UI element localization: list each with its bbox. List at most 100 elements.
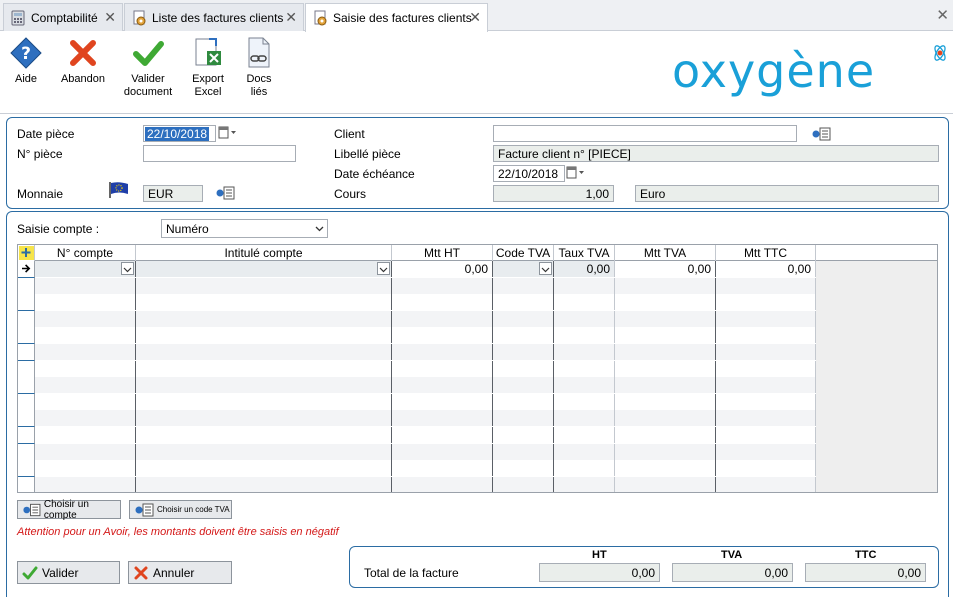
grid-cell[interactable] <box>716 310 816 327</box>
close-icon[interactable]: ✕ <box>285 10 297 26</box>
grid-cell[interactable] <box>136 261 392 277</box>
grid-cell[interactable] <box>392 377 493 394</box>
grid-cell[interactable] <box>716 277 816 294</box>
grid-cell[interactable] <box>493 261 554 277</box>
grid-cell[interactable] <box>493 476 554 492</box>
col-taux-tva[interactable]: Taux TVA <box>554 245 615 261</box>
grid-cell[interactable]: 0,00 <box>554 261 615 277</box>
grid-cell[interactable] <box>136 344 392 360</box>
tab-liste-factures[interactable]: Liste des factures clients ✕ <box>124 3 304 31</box>
grid-cell[interactable] <box>554 443 615 460</box>
grid-cell[interactable] <box>554 410 615 427</box>
grid-cell[interactable] <box>615 360 716 377</box>
grid-cell[interactable] <box>716 377 816 394</box>
row-selector[interactable] <box>18 277 35 295</box>
grid-cell[interactable] <box>554 360 615 377</box>
grid-cell[interactable] <box>554 476 615 492</box>
close-icon[interactable]: ✕ <box>469 10 481 26</box>
tab-saisie-factures[interactable]: Saisie des factures clients ✕ <box>305 3 488 32</box>
table-row[interactable] <box>18 393 816 411</box>
row-selector[interactable] <box>18 443 35 461</box>
abandon-button[interactable]: Abandon <box>60 36 106 86</box>
grid-cell[interactable] <box>392 277 493 294</box>
table-row[interactable]: 0,00 0,00 0,00 0,00 <box>18 261 816 278</box>
grid-cell[interactable] <box>554 327 615 344</box>
grid-cell[interactable] <box>615 294 716 311</box>
grid-cell[interactable] <box>716 360 816 377</box>
grid-cell[interactable] <box>136 476 392 492</box>
row-selector[interactable] <box>18 344 35 361</box>
grid-cell[interactable] <box>493 294 554 311</box>
grid-cell[interactable] <box>493 327 554 344</box>
row-selector[interactable] <box>18 393 35 411</box>
grid-cell[interactable] <box>35 261 136 277</box>
grid-cell[interactable] <box>716 393 816 410</box>
grid-cell[interactable] <box>392 310 493 327</box>
grid-cell[interactable] <box>35 277 136 294</box>
grid-cell[interactable] <box>392 344 493 360</box>
table-row[interactable] <box>18 410 816 428</box>
grid-cell[interactable] <box>615 443 716 460</box>
table-row[interactable] <box>18 427 816 444</box>
grid-cell[interactable] <box>716 476 816 492</box>
grid-cell[interactable]: 0,00 <box>615 261 716 277</box>
grid-cell[interactable] <box>35 360 136 377</box>
export-excel-button[interactable]: Export Excel <box>189 36 227 99</box>
grid-cell[interactable] <box>615 460 716 477</box>
table-row[interactable] <box>18 294 816 312</box>
grid-cell[interactable] <box>716 410 816 427</box>
row-selector[interactable] <box>18 460 35 478</box>
cours-field[interactable]: 1,00 <box>493 185 614 202</box>
close-all-icon[interactable]: ✕ <box>936 6 949 24</box>
row-selector[interactable] <box>18 327 35 345</box>
table-row[interactable] <box>18 460 816 478</box>
grid-cell[interactable] <box>35 294 136 311</box>
table-row[interactable] <box>18 443 816 461</box>
grid-cell[interactable] <box>136 310 392 327</box>
grid-cell[interactable] <box>136 460 392 477</box>
grid-cell[interactable] <box>615 344 716 360</box>
docs-lies-button[interactable]: Docs liés <box>242 36 276 99</box>
grid-cell[interactable] <box>493 393 554 410</box>
grid-cell[interactable] <box>493 410 554 427</box>
choisir-tva-button[interactable]: Choisir un code TVA <box>129 500 232 519</box>
grid-cell[interactable] <box>554 377 615 394</box>
tab-comptabilite[interactable]: Comptabilité ✕ <box>3 3 123 31</box>
grid-cell[interactable] <box>493 360 554 377</box>
chevron-down-icon[interactable] <box>377 262 390 275</box>
lookup-list-icon[interactable] <box>811 127 831 141</box>
grid-cell[interactable] <box>136 443 392 460</box>
row-selector[interactable] <box>18 476 35 492</box>
grid-cell[interactable] <box>136 377 392 394</box>
grid-cell[interactable] <box>136 327 392 344</box>
col-intitule-compte[interactable]: Intitulé compte <box>136 245 392 261</box>
table-row[interactable] <box>18 277 816 295</box>
grid-cell[interactable] <box>35 476 136 492</box>
valider-document-button[interactable]: Valider document <box>122 36 174 99</box>
grid-cell[interactable] <box>136 294 392 311</box>
col-code-tva[interactable]: Code TVA <box>493 245 554 261</box>
aide-button[interactable]: ? Aide <box>8 36 44 86</box>
annuler-button[interactable]: Annuler <box>128 561 232 584</box>
num-piece-field[interactable] <box>143 145 296 162</box>
grid-cell[interactable] <box>136 393 392 410</box>
row-selector[interactable] <box>18 377 35 395</box>
chevron-down-icon[interactable] <box>121 262 134 275</box>
grid-cell[interactable] <box>136 277 392 294</box>
grid-cell[interactable] <box>392 427 493 443</box>
grid-cell[interactable] <box>35 443 136 460</box>
grid-cell[interactable] <box>493 460 554 477</box>
grid-cell[interactable] <box>493 443 554 460</box>
grid-cell[interactable] <box>392 327 493 344</box>
grid-cell[interactable] <box>493 344 554 360</box>
col-mtt-ht[interactable]: Mtt HT <box>392 245 493 261</box>
row-selector[interactable] <box>18 294 35 312</box>
grid-cell[interactable] <box>554 277 615 294</box>
grid-cell[interactable] <box>554 393 615 410</box>
grid-cell[interactable] <box>493 427 554 443</box>
table-row[interactable] <box>18 476 816 492</box>
grid-cell[interactable] <box>554 344 615 360</box>
grid-cell[interactable] <box>615 277 716 294</box>
table-row[interactable] <box>18 377 816 395</box>
grid-cell[interactable]: 0,00 <box>716 261 816 277</box>
